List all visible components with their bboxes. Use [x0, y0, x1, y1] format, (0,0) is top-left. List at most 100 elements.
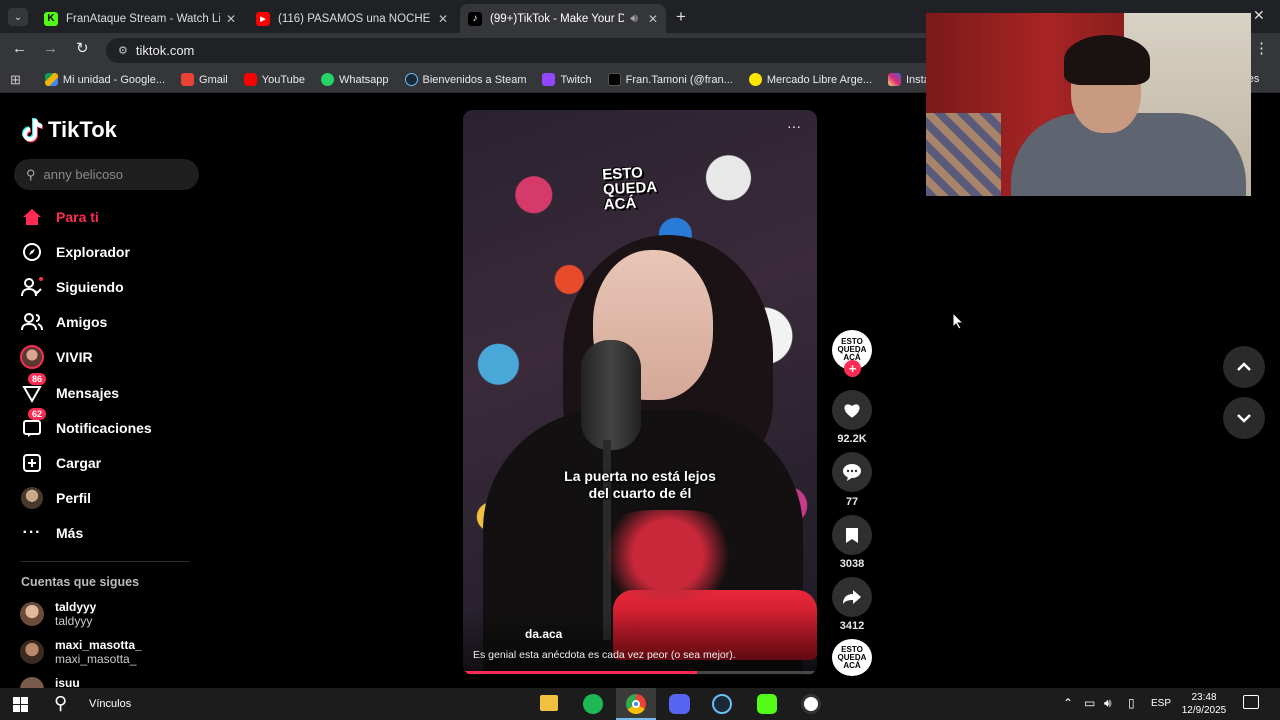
battery-icon[interactable]: ▯ — [1128, 696, 1135, 710]
windows-start-icon[interactable] — [13, 697, 28, 712]
bookmark-twitch[interactable]: Twitch — [542, 73, 592, 86]
live-avatar-icon — [20, 345, 44, 369]
following-account[interactable]: taldyyy taldyyy — [20, 600, 96, 628]
video-progress-track[interactable] — [463, 671, 817, 674]
tiktok-logo[interactable]: TikTok — [20, 117, 117, 143]
music-disc[interactable]: ESTO QUEDA ACÁ — [832, 639, 872, 676]
forward-icon[interactable]: → — [43, 40, 58, 57]
close-tab-icon[interactable]: ✕ — [438, 12, 448, 26]
nav-explorador[interactable]: Explorador — [20, 240, 130, 264]
new-tab-button[interactable]: + — [676, 7, 686, 27]
nav-mensajes[interactable]: 86 Mensajes — [20, 373, 119, 405]
previous-video-button[interactable] — [1223, 346, 1265, 388]
profile-avatar-icon — [20, 486, 44, 510]
video-caption: Es genial esta anécdota es cada vez peor… — [473, 649, 736, 661]
search-icon: ⚲ — [26, 166, 36, 182]
nav-amigos[interactable]: Amigos — [20, 310, 107, 334]
twitch-icon — [542, 73, 556, 86]
volume-icon[interactable]: 🔊︎ — [1104, 696, 1112, 711]
save-button[interactable] — [832, 515, 872, 555]
tiktok-icon: ♪ — [468, 11, 482, 26]
upload-plus-icon — [20, 451, 44, 475]
close-tab-icon[interactable]: ✕ — [648, 12, 658, 26]
nav-cargar[interactable]: Cargar — [20, 451, 101, 475]
bookmark-icon — [846, 527, 858, 543]
close-window-icon[interactable]: ✕ — [1253, 7, 1265, 24]
language-indicator[interactable]: ESP — [1151, 698, 1171, 709]
messages-icon: 86 — [20, 373, 47, 405]
search-icon[interactable]: ⚲ — [54, 693, 67, 714]
chevron-down-icon — [1237, 414, 1251, 423]
mercadolibre-icon — [748, 73, 762, 86]
bookmark-youtube[interactable]: YouTube — [243, 73, 305, 86]
comment-button[interactable] — [832, 452, 872, 492]
home-icon — [20, 205, 44, 229]
search-input[interactable]: ⚲ anny belicoso — [14, 159, 199, 190]
notifications-center-icon[interactable] — [1243, 695, 1259, 709]
following-account[interactable]: maxi_masotta_ maxi_masotta_ — [20, 638, 142, 666]
taskbar-search-label[interactable]: Vínculos — [89, 698, 131, 710]
like-count: 92.2K — [837, 433, 867, 445]
network-icon[interactable]: ▭ — [1084, 696, 1095, 710]
video-author[interactable]: da.aca — [525, 627, 562, 641]
compass-icon — [20, 240, 44, 264]
steam-icon — [404, 73, 418, 86]
site-info-icon[interactable]: ⚙︎ — [118, 44, 128, 57]
obs-icon[interactable] — [801, 694, 821, 714]
follow-plus-icon[interactable]: + — [844, 360, 861, 377]
discord-icon[interactable] — [669, 694, 690, 714]
chevron-up-icon — [1237, 362, 1251, 371]
tiktok-icon — [607, 73, 621, 86]
video-player[interactable]: ESTO QUEDA ACÁ ··· La puerta no está lej… — [463, 110, 817, 675]
tab-kick[interactable]: K FranAtaque Stream - Watch Live ✕ — [36, 4, 244, 33]
tray-chevron-icon[interactable]: ⌃ — [1063, 696, 1073, 710]
share-count: 3412 — [839, 620, 865, 632]
nav-notificaciones[interactable]: 62 Notificaciones — [20, 408, 152, 440]
bookmark-mercadolibre[interactable]: Mercado Libre Arge... — [748, 73, 872, 86]
microphone-shape — [581, 340, 641, 450]
tab-youtube[interactable]: ▶ (116) PASAMOS una NOCHE en ✕ — [248, 4, 456, 33]
comment-count: 77 — [845, 496, 859, 508]
address-bar[interactable]: ⚙︎ tiktok.com — [106, 38, 946, 63]
chair-cushion-shape — [926, 113, 1001, 196]
reload-icon[interactable]: ↻ — [76, 39, 89, 57]
close-tab-icon[interactable]: ✕ — [226, 12, 236, 26]
nav-para-ti[interactable]: Para ti — [20, 205, 99, 229]
nav-mas[interactable]: ··· Más — [20, 521, 84, 545]
person-hoodie-shape — [1011, 113, 1246, 196]
avatar — [20, 602, 44, 626]
mouse-cursor-icon — [952, 312, 964, 330]
bookmark-whatsapp[interactable]: Whatsapp — [321, 73, 389, 86]
next-video-button[interactable] — [1223, 397, 1265, 439]
bookmark-gmail[interactable]: Gmail — [181, 73, 228, 86]
windows-taskbar: ⚲ Vínculos ⌃ ▭ 🔊︎ ▯ ESP 23:48 12/9/2025 — [0, 688, 1280, 720]
nav-perfil[interactable]: Perfil — [20, 486, 91, 510]
tab-title: (99+)TikTok - Make Your Day — [490, 12, 625, 25]
spotify-icon[interactable] — [583, 694, 603, 714]
steam-icon[interactable] — [712, 694, 732, 714]
clock[interactable]: 23:48 12/9/2025 — [1178, 691, 1230, 717]
chrome-taskbar-button[interactable] — [616, 688, 656, 720]
tab-search-icon[interactable]: ⌄ — [8, 8, 28, 26]
bookmark-steam[interactable]: Bienvenidos a Steam — [404, 73, 526, 86]
menu-dots-icon[interactable]: ⋮ — [1254, 39, 1269, 57]
apps-grid-icon[interactable]: ⊞ — [10, 72, 21, 88]
bookmark-drive[interactable]: Mi unidad - Google... — [44, 73, 165, 86]
avatar — [20, 640, 44, 664]
google-drive-icon — [44, 73, 58, 86]
kick-app-icon[interactable] — [757, 694, 777, 714]
friends-icon — [20, 310, 44, 334]
audio-playing-icon[interactable]: 🔊︎ — [630, 11, 638, 26]
nav-vivir[interactable]: VIVIR — [20, 345, 93, 369]
back-icon[interactable]: ← — [12, 40, 27, 57]
tab-tiktok[interactable]: ♪ (99+)TikTok - Make Your Day 🔊︎ ✕ — [460, 4, 666, 33]
nav-siguiendo[interactable]: Siguiendo — [20, 275, 124, 299]
like-button[interactable] — [832, 390, 872, 430]
share-button[interactable] — [832, 577, 872, 617]
share-arrow-icon — [843, 590, 861, 604]
chrome-icon — [626, 694, 646, 714]
file-explorer-icon[interactable] — [540, 695, 558, 711]
bookmark-tiktok[interactable]: Fran.Tamoni (@fran... — [607, 73, 733, 86]
video-more-icon[interactable]: ··· — [787, 118, 801, 134]
following-section-title: Cuentas que sigues — [21, 575, 140, 589]
